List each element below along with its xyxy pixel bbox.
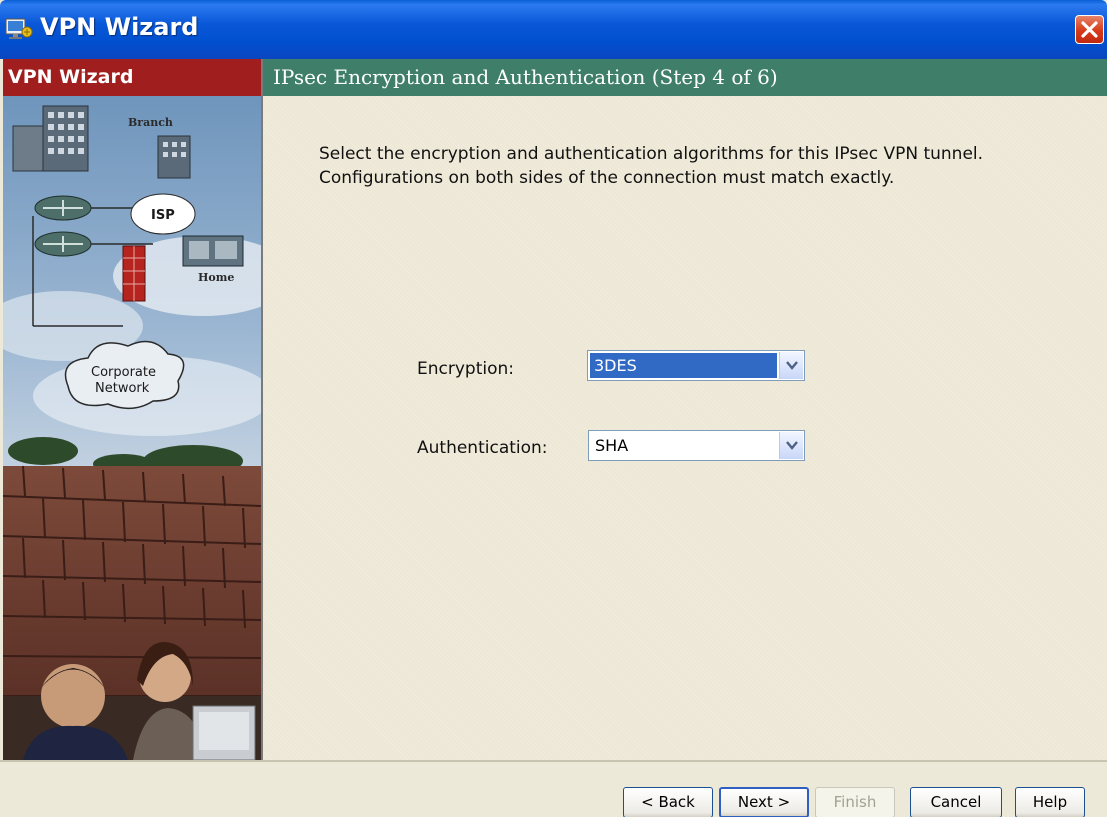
encryption-dropdown-button[interactable] — [779, 352, 803, 379]
vpn-wizard-app-icon — [5, 17, 33, 41]
vpn-wizard-window: VPN Wizard VPN Wizard Branch ISP Home Co… — [0, 0, 1107, 817]
wizard-footer: < Back Next > Finish Cancel Help — [0, 760, 1107, 817]
person-photo — [41, 664, 105, 728]
title-bar[interactable]: VPN Wizard — [0, 0, 1107, 59]
network-label: Network — [95, 381, 150, 396]
back-button[interactable]: < Back — [623, 787, 713, 817]
isp-label: ISP — [151, 208, 175, 223]
cancel-button[interactable]: Cancel — [910, 787, 1002, 817]
window-title: VPN Wizard — [40, 13, 199, 41]
step-content: Select the encryption and authentication… — [263, 96, 1107, 760]
step-description: Select the encryption and authentication… — [319, 142, 1079, 190]
step-header: IPsec Encryption and Authentication (Ste… — [263, 59, 1107, 96]
network-illustration: Branch ISP Home Corporate Network — [3, 96, 261, 760]
side-panel-header: VPN Wizard — [3, 59, 261, 96]
close-button[interactable] — [1075, 15, 1104, 44]
authentication-value: SHA — [595, 436, 629, 455]
finish-button: Finish — [815, 787, 895, 817]
wizard-side-panel: VPN Wizard Branch ISP Home Corporate Net… — [3, 59, 263, 760]
encryption-value: 3DES — [590, 353, 777, 378]
next-button[interactable]: Next > — [719, 787, 809, 817]
description-line-1: Select the encryption and authentication… — [319, 144, 984, 164]
chevron-down-icon — [786, 441, 798, 450]
chevron-down-icon — [786, 361, 798, 370]
corporate-label: Corporate — [91, 365, 156, 380]
close-icon — [1081, 21, 1098, 38]
help-button[interactable]: Help — [1015, 787, 1085, 817]
authentication-select[interactable]: SHA — [588, 430, 805, 461]
home-label: Home — [198, 271, 234, 284]
authentication-label: Authentication: — [417, 438, 548, 458]
authentication-dropdown-button[interactable] — [779, 432, 803, 459]
branch-label: Branch — [128, 116, 173, 129]
description-line-2: Configurations on both sides of the conn… — [319, 168, 895, 188]
encryption-label: Encryption: — [417, 359, 514, 379]
encryption-select[interactable]: 3DES — [587, 350, 805, 381]
